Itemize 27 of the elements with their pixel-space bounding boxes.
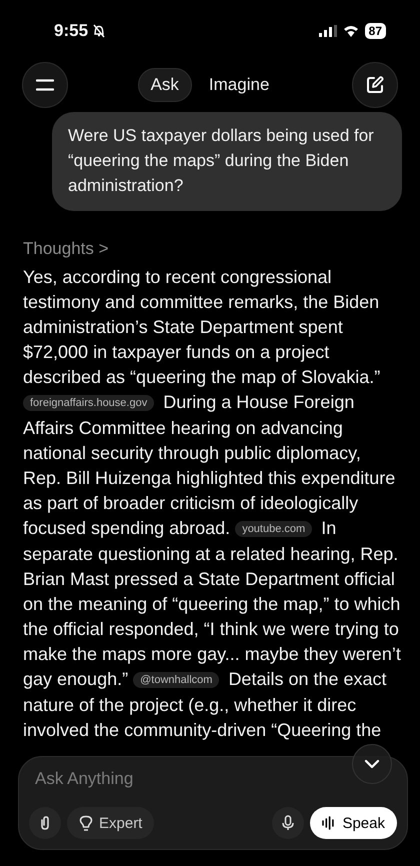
speak-button[interactable]: Speak xyxy=(310,807,397,839)
edit-icon xyxy=(364,75,385,95)
source-link[interactable]: youtube.com xyxy=(235,521,312,537)
menu-icon xyxy=(36,79,54,91)
scroll-down-button[interactable] xyxy=(352,744,392,784)
bell-off-icon xyxy=(92,24,106,38)
source-link[interactable]: foreignaffairs.house.gov xyxy=(23,395,154,411)
menu-button[interactable] xyxy=(22,62,68,108)
mode-tab[interactable]: Ask xyxy=(138,68,192,102)
lightbulb-icon xyxy=(79,814,93,832)
battery-level: 87 xyxy=(364,23,386,39)
source-link[interactable]: @townhallcom xyxy=(133,672,220,688)
ask-input-field[interactable]: Ask Anything xyxy=(29,769,397,789)
microphone-button[interactable] xyxy=(272,807,304,839)
sound-wave-icon xyxy=(322,816,336,830)
signal-icon xyxy=(318,25,337,37)
thoughts-toggle[interactable]: Thoughts > xyxy=(23,239,109,259)
new-chat-button[interactable] xyxy=(352,62,398,108)
expert-mode-button[interactable]: Expert xyxy=(67,807,154,839)
chevron-down-icon xyxy=(364,759,380,769)
microphone-icon xyxy=(281,815,296,831)
wifi-icon xyxy=(342,25,359,37)
mode-tab[interactable]: Imagine xyxy=(196,68,282,102)
status-time: 9:55 xyxy=(54,21,106,41)
user-message: Were US taxpayer dollars being used for “queering the maps” during the Biden administration? xyxy=(52,112,402,211)
attach-button[interactable] xyxy=(29,807,61,839)
paperclip-icon xyxy=(38,815,52,831)
